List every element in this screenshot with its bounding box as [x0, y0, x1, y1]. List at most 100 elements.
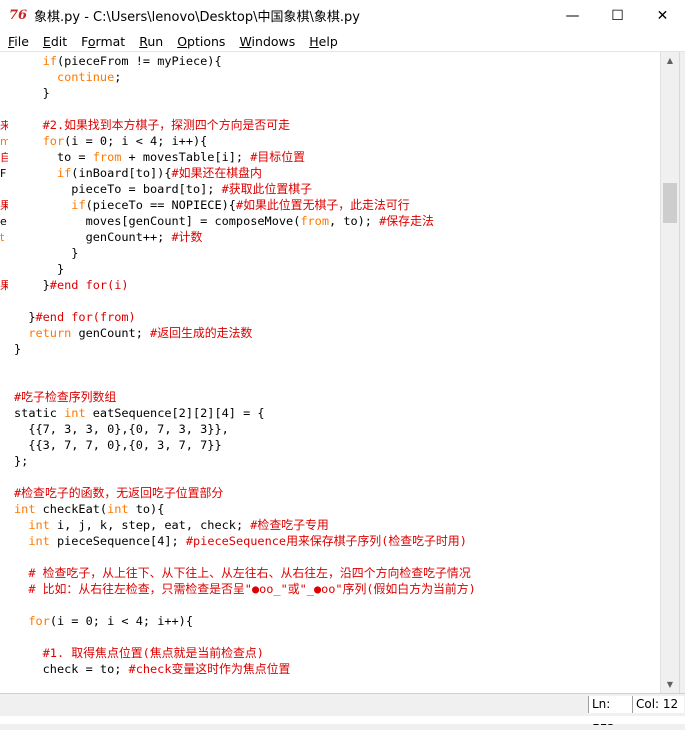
- background-window-edge: 来m自F果et果: [0, 52, 8, 720]
- code-token: (pieceFrom != myPiece){: [56, 54, 222, 68]
- window-controls: — ☐ ✕: [550, 0, 685, 31]
- menu-help[interactable]: Help: [303, 34, 344, 49]
- menu-windows[interactable]: Windows: [233, 34, 301, 49]
- code-keyword: int: [28, 534, 50, 548]
- code-line[interactable]: [14, 101, 476, 117]
- code-token: }: [14, 310, 36, 324]
- code-token: check = to;: [14, 662, 129, 676]
- code-line[interactable]: # 检查吃子，从上往下、从下往上、从左往右、从右往左，沿四个方向检查吃子情况: [14, 565, 476, 581]
- code-line[interactable]: {{7, 3, 3, 0},{0, 7, 3, 3}},: [14, 421, 476, 437]
- code-line[interactable]: {{3, 7, 7, 0},{0, 3, 7, 7}}: [14, 437, 476, 453]
- code-comment: #吃子检查序列数组: [14, 390, 117, 404]
- code-line[interactable]: if(pieceTo == NOPIECE){#如果此位置无棋子，此走法可行: [14, 197, 476, 213]
- code-line[interactable]: int pieceSequence[4]; #pieceSequence用来保存…: [14, 533, 476, 549]
- code-comment: #目标位置: [250, 150, 305, 164]
- code-token: genCount++;: [14, 230, 172, 244]
- code-line[interactable]: #2.如果找到本方棋子，探测四个方向是否可走: [14, 117, 476, 133]
- code-token: eatSequence[2][2][4] = {: [85, 406, 265, 420]
- idle-app-icon: 76: [8, 8, 28, 23]
- code-line[interactable]: moves[genCount] = composeMove(from, to);…: [14, 213, 476, 229]
- minimize-button[interactable]: —: [550, 0, 595, 31]
- background-window-edge-bottom: [0, 716, 685, 724]
- code-line[interactable]: [14, 293, 476, 309]
- code-line[interactable]: check = to; #check变量这时作为焦点位置: [14, 661, 476, 677]
- close-button[interactable]: ✕: [640, 0, 685, 31]
- code-comment: # 检查吃子，从上往下、从下往上、从左往右、从右往左，沿四个方向检查吃子情况: [28, 566, 471, 580]
- code-comment: #pieceSequence用来保存棋子序列(检查吃子时用): [185, 534, 467, 548]
- menu-edit[interactable]: Edit: [37, 34, 73, 49]
- code-line[interactable]: [14, 629, 476, 645]
- code-comment: #保存走法: [379, 214, 434, 228]
- code-line[interactable]: [14, 549, 476, 565]
- scroll-down-arrow-icon[interactable]: ▼: [661, 676, 679, 693]
- background-glyph: m: [0, 136, 8, 148]
- code-token: to =: [14, 150, 93, 164]
- code-line[interactable]: }: [14, 261, 476, 277]
- code-token: }: [14, 86, 50, 100]
- code-keyword: int: [107, 502, 129, 516]
- code-line[interactable]: return genCount; #返回生成的走法数: [14, 325, 476, 341]
- code-line[interactable]: int checkEat(int to){: [14, 501, 476, 517]
- code-comment: #如果此位置无棋子，此走法可行: [235, 198, 410, 212]
- code-token: pieceSequence[4];: [49, 534, 186, 548]
- code-line[interactable]: to = from + movesTable[i]; #目标位置: [14, 149, 476, 165]
- code-line[interactable]: [14, 469, 476, 485]
- code-line[interactable]: }#end for(i): [14, 277, 476, 293]
- code-keyword: int: [28, 518, 50, 532]
- code-line[interactable]: for(i = 0; i < 4; i++){: [14, 133, 476, 149]
- code-comment: #1. 取得焦点位置(焦点就是当前检查点): [42, 646, 264, 660]
- code-line[interactable]: pieceTo = board[to]; #获取此位置棋子: [14, 181, 476, 197]
- background-glyph: e: [0, 216, 7, 228]
- code-line[interactable]: for(i = 0; i < 4; i++){: [14, 613, 476, 629]
- code-line[interactable]: #吃子检查序列数组: [14, 389, 476, 405]
- code-line[interactable]: genCount++; #计数: [14, 229, 476, 245]
- menu-run[interactable]: Run: [133, 34, 169, 49]
- code-line[interactable]: if(pieceFrom != myPiece){: [14, 53, 476, 69]
- menu-format[interactable]: Format: [75, 34, 131, 49]
- code-line[interactable]: [14, 677, 476, 693]
- code-token: };: [14, 454, 29, 468]
- code-text[interactable]: if(pieceFrom != myPiece){ continue; } #2…: [14, 53, 476, 693]
- code-token: (i = 0; i < 4; i++){: [49, 614, 193, 628]
- scrollbar-thumb[interactable]: [663, 183, 677, 223]
- code-line[interactable]: #1. 取得焦点位置(焦点就是当前检查点): [14, 645, 476, 661]
- scroll-up-arrow-icon[interactable]: ▲: [661, 52, 679, 69]
- code-line[interactable]: }: [14, 245, 476, 261]
- code-line[interactable]: continue;: [14, 69, 476, 85]
- code-line[interactable]: }#end for(from): [14, 309, 476, 325]
- code-token: , to);: [329, 214, 380, 228]
- maximize-button[interactable]: ☐: [595, 0, 640, 31]
- menu-options[interactable]: Options: [171, 34, 231, 49]
- code-line[interactable]: static int eatSequence[2][2][4] = {: [14, 405, 476, 421]
- code-line[interactable]: };: [14, 453, 476, 469]
- code-line[interactable]: int i, j, k, step, eat, check; #检查吃子专用: [14, 517, 476, 533]
- code-line[interactable]: if(inBoard[to]){#如果还在棋盘内: [14, 165, 476, 181]
- background-glyph: 自: [0, 152, 8, 164]
- code-keyword: continue: [56, 70, 115, 84]
- vertical-scrollbar[interactable]: ▲ ▼: [660, 52, 679, 693]
- code-line[interactable]: [14, 357, 476, 373]
- background-glyph: t: [0, 232, 5, 244]
- code-line[interactable]: }: [14, 85, 476, 101]
- code-line[interactable]: [14, 373, 476, 389]
- code-keyword: from: [300, 214, 329, 228]
- code-comment: #获取此位置棋子: [221, 182, 313, 196]
- title-bar[interactable]: 76 象棋.py - C:\Users\lenovo\Desktop\中国象棋\…: [0, 0, 685, 31]
- code-line[interactable]: #检查吃子的函数，无返回吃子位置部分: [14, 485, 476, 501]
- code-comment: #计数: [171, 230, 203, 244]
- code-line[interactable]: # 比如：从右往左检查，只需检查是否呈"●oo_"或"_●oo"序列(假如白方为…: [14, 581, 475, 597]
- code-line[interactable]: }: [14, 341, 476, 357]
- code-line[interactable]: [14, 597, 476, 613]
- code-editor[interactable]: if(pieceFrom != myPiece){ continue; } #2…: [8, 52, 660, 693]
- code-token: checkEat(: [35, 502, 108, 516]
- code-token: moves[genCount] = composeMove(: [14, 214, 301, 228]
- column-number-status: Col: 12: [632, 696, 684, 713]
- window-border: [679, 52, 685, 693]
- menu-file[interactable]: File: [2, 34, 35, 49]
- code-comment: #如果还在棋盘内: [171, 166, 262, 180]
- code-keyword: int: [14, 502, 36, 516]
